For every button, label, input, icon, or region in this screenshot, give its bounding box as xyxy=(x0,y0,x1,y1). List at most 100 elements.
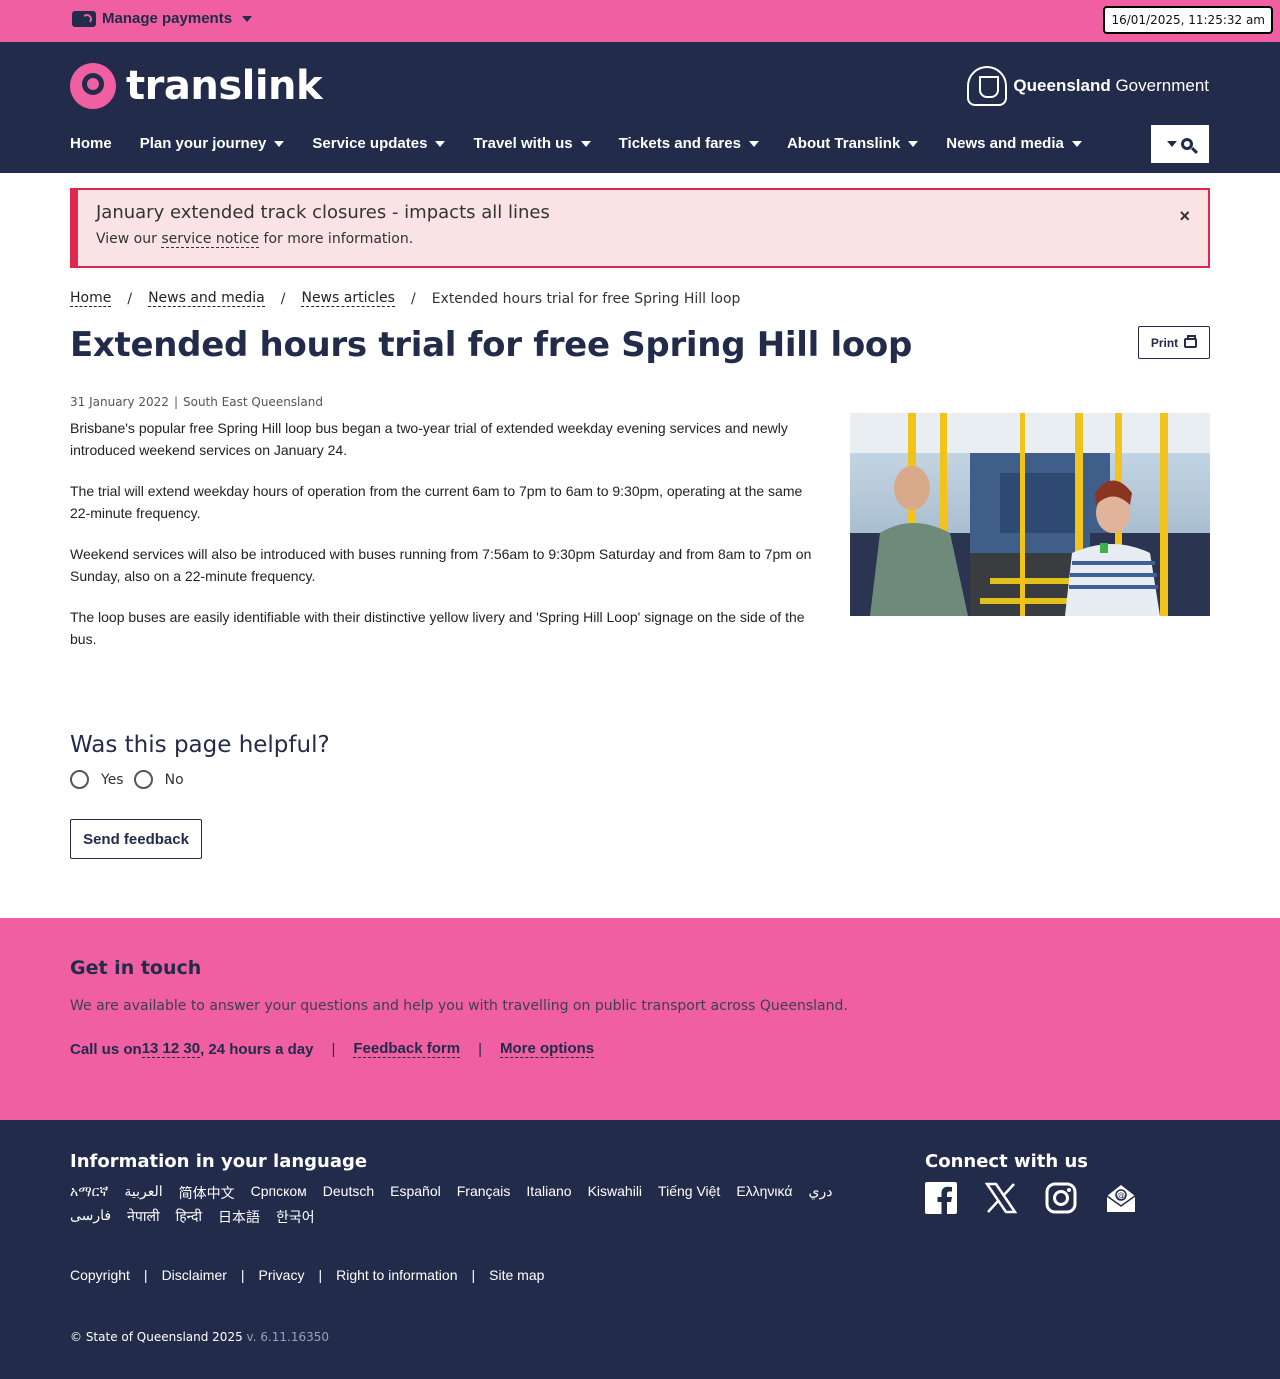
footer-link-privacy[interactable]: Privacy xyxy=(259,1267,305,1283)
breadcrumb-home[interactable]: Home xyxy=(70,290,112,307)
language-link[interactable]: فارسی xyxy=(70,1207,111,1227)
feedback-form-link[interactable]: Feedback form xyxy=(353,1040,461,1058)
language-link[interactable]: Italiano xyxy=(526,1183,571,1203)
language-link[interactable]: हिन्दी xyxy=(176,1207,202,1227)
article-paragraph: Weekend services will also be introduced… xyxy=(70,546,812,584)
footer-link-copyright[interactable]: Copyright xyxy=(70,1267,130,1283)
manage-payments-menu[interactable]: Manage payments xyxy=(72,10,253,27)
get-in-touch-section: Get in touch We are available to answer … xyxy=(0,918,1280,1120)
language-link[interactable]: Français xyxy=(457,1183,511,1203)
email-icon[interactable]: @ xyxy=(1105,1182,1137,1214)
main-nav: Home Plan your journey Service updates Trav… xyxy=(70,135,1110,152)
article-paragraph: The loop buses are easily identifiable w… xyxy=(70,609,805,647)
chevron-down-icon xyxy=(580,140,591,147)
footer-link-site-map[interactable]: Site map xyxy=(489,1267,544,1283)
separator: | xyxy=(471,1267,476,1283)
facebook-icon[interactable] xyxy=(925,1182,957,1214)
feedback-title: Was this page helpful? xyxy=(70,732,330,758)
language-link[interactable]: 简体中文 xyxy=(179,1183,235,1203)
manage-payments-label: Manage payments xyxy=(102,10,233,27)
print-button[interactable]: Print xyxy=(1138,326,1210,359)
service-alert: January extended track closures - impact… xyxy=(70,188,1210,268)
site-footer: Information in your language አማርኛ العربية… xyxy=(0,1120,1280,1379)
footer-links: Copyright | Disclaimer | Privacy | Right to in… xyxy=(70,1267,544,1283)
site-header: translink Queensland Government Home Plan… xyxy=(0,42,1280,173)
instagram-icon[interactable] xyxy=(1045,1182,1077,1214)
breadcrumb: Home / News and media / News articles / … xyxy=(70,290,741,307)
datetime-display: 16/01/2025, 11:25:32 am xyxy=(1103,6,1273,34)
separator: | xyxy=(143,1267,148,1283)
feedback-no-radio[interactable] xyxy=(133,770,153,789)
feedback-yes-label[interactable]: Yes xyxy=(101,772,124,788)
article-body: Brisbane's popular free Spring Hill loop… xyxy=(70,417,820,669)
breadcrumb-news-articles[interactable]: News articles xyxy=(301,290,395,307)
social-links: @ xyxy=(925,1182,1137,1214)
article-paragraph: Brisbane's popular free Spring Hill loop… xyxy=(70,420,788,458)
language-link[interactable]: العربية xyxy=(124,1183,162,1203)
alert-title: January extended track closures - impact… xyxy=(96,202,550,223)
search-icon xyxy=(1181,138,1193,150)
language-links: አማርኛ العربية 简体中文 Српском Deutsch Español Fran… xyxy=(70,1183,900,1227)
language-link[interactable]: 한국어 xyxy=(276,1207,315,1227)
bus-interior-image xyxy=(850,413,1210,616)
language-link[interactable]: नेपाली xyxy=(127,1207,159,1227)
chevron-down-icon xyxy=(274,140,285,147)
language-link[interactable]: Српском xyxy=(251,1183,307,1203)
language-link[interactable]: አማርኛ xyxy=(70,1183,108,1203)
service-notice-link[interactable]: service notice xyxy=(161,231,260,248)
nav-item-tickets-and-fares[interactable]: Tickets and fares xyxy=(619,135,759,152)
footer-link-right-to-information[interactable]: Right to information xyxy=(336,1267,457,1283)
separator: | xyxy=(240,1267,245,1283)
qgov-text: Queensland Government xyxy=(1013,76,1209,95)
crest-icon xyxy=(967,66,1008,106)
language-link[interactable]: Ελληνικά xyxy=(736,1183,792,1203)
search-button[interactable] xyxy=(1151,125,1209,163)
alert-body: View our service notice for more informa… xyxy=(96,231,414,248)
phone-link[interactable]: 13 12 30 xyxy=(141,1040,201,1058)
language-link[interactable]: Kiswahili xyxy=(588,1183,642,1203)
chevron-down-icon xyxy=(1167,141,1177,147)
feedback-section: Was this page helpful? Yes No Send feedb… xyxy=(70,732,1210,859)
article-paragraph: The trial will extend weekday hours of o… xyxy=(70,483,803,521)
article-date: 31 January 2022 xyxy=(70,395,169,409)
printer-icon xyxy=(1184,334,1198,348)
nav-item-service-updates[interactable]: Service updates xyxy=(312,135,446,152)
language-link[interactable]: Deutsch xyxy=(323,1183,374,1203)
chevron-down-icon xyxy=(1071,140,1082,147)
language-link[interactable]: دري xyxy=(808,1183,832,1203)
copyright-notice: © State of Queensland 2025 v. 6.11.16350 xyxy=(70,1330,330,1344)
language-link[interactable]: 日本語 xyxy=(218,1207,260,1227)
breadcrumb-current: Extended hours trial for free Spring Hil… xyxy=(431,290,741,307)
chevron-down-icon xyxy=(748,140,759,147)
chevron-down-icon xyxy=(908,140,919,147)
nav-item-news-and-media[interactable]: News and media xyxy=(946,135,1082,152)
queensland-government-logo[interactable]: Queensland Government xyxy=(967,66,1209,106)
nav-item-travel-with-us[interactable]: Travel with us xyxy=(473,135,591,152)
more-options-link[interactable]: More options xyxy=(499,1040,595,1058)
close-icon[interactable]: × xyxy=(1179,206,1190,227)
connect-title: Connect with us xyxy=(925,1151,1088,1172)
utility-bar: Manage payments 16/01/2025, 11:25:32 am xyxy=(0,0,1280,42)
nav-item-plan-your-journey[interactable]: Plan your journey xyxy=(140,135,285,152)
translink-logo[interactable]: translink xyxy=(70,63,323,109)
page-title: Extended hours trial for free Spring Hil… xyxy=(70,325,913,365)
breadcrumb-news-and-media[interactable]: News and media xyxy=(148,290,265,307)
language-link[interactable]: Español xyxy=(390,1183,441,1203)
get-in-touch-title: Get in touch xyxy=(70,957,202,979)
version-number: v. 6.11.16350 xyxy=(242,1330,330,1344)
language-link[interactable]: Tiếng Việt xyxy=(658,1183,720,1203)
feedback-no-label[interactable]: No xyxy=(165,772,184,788)
article-photo xyxy=(850,413,1210,616)
contact-links: Call us on 13 12 30 , 24 hours a day | F… xyxy=(70,1040,595,1058)
translink-logo-icon xyxy=(70,63,116,109)
feedback-yes-radio[interactable] xyxy=(70,770,89,789)
card-icon xyxy=(72,10,96,27)
article-region: South East Queensland xyxy=(182,395,323,409)
svg-text:@: @ xyxy=(1117,1191,1125,1200)
chevron-down-icon xyxy=(435,140,446,147)
nav-item-home[interactable]: Home xyxy=(70,135,112,152)
x-icon[interactable] xyxy=(985,1182,1017,1214)
nav-item-about-translink[interactable]: About Translink xyxy=(787,135,919,152)
footer-link-disclaimer[interactable]: Disclaimer xyxy=(162,1267,227,1283)
send-feedback-button[interactable]: Send feedback xyxy=(70,819,202,859)
